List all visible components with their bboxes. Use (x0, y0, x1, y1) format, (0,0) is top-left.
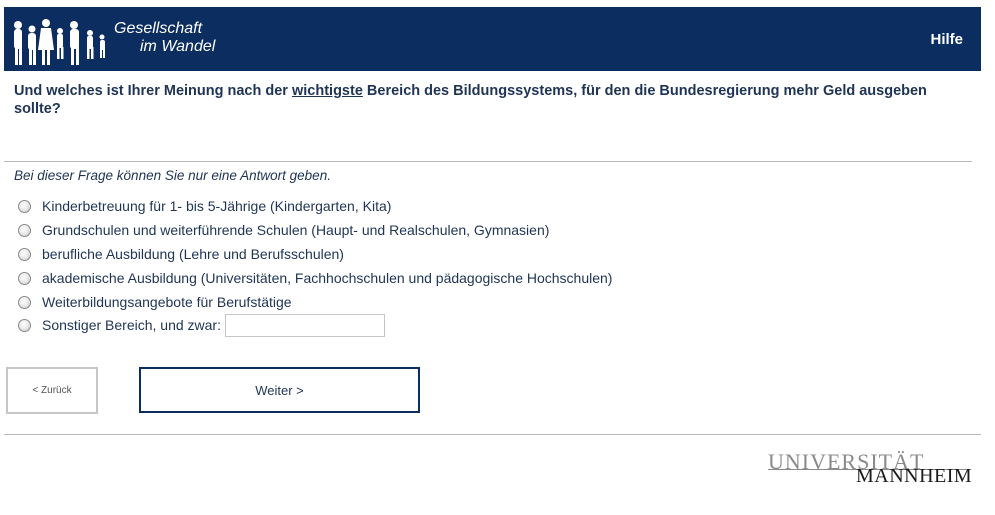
other-text-input[interactable] (224, 313, 385, 337)
back-button[interactable]: < Zurück (6, 367, 98, 414)
option-label: akademische Ausbildung (Universitäten, F… (42, 270, 613, 286)
logo-line2: im Wandel (140, 38, 216, 55)
question-prefix: Und welches ist Ihrer Meinung nach der (14, 83, 292, 99)
option-label: Sonstiger Bereich, und zwar: (42, 317, 221, 333)
radio-button[interactable] (18, 318, 31, 332)
help-link[interactable]: Hilfe (930, 31, 963, 48)
people-silhouettes-logo (14, 19, 105, 65)
option-label: Grundschulen und weiterführende Schulen … (42, 222, 550, 238)
option-row[interactable]: akademische Ausbildung (Universitäten, F… (18, 268, 612, 288)
university-logo: UNIVERSITÄT MANNHEIM (766, 449, 972, 489)
option-label: berufliche Ausbildung (Lehre und Berufss… (42, 246, 344, 262)
option-row[interactable]: Weiterbildungsangebote für Berufstätige (18, 292, 292, 312)
radio-button[interactable] (18, 295, 31, 309)
instruction-text: Bei dieser Frage können Sie nur eine Ant… (14, 168, 331, 183)
option-row[interactable]: Kinderbetreuung für 1- bis 5-Jährige (Ki… (18, 196, 391, 216)
footer-divider (4, 434, 981, 435)
radio-button[interactable] (18, 247, 31, 261)
logo-line1: Gesellschaft (114, 20, 203, 37)
header-banner: Gesellschaft im Wandel Hilfe (4, 7, 981, 71)
logo-wordmark: Gesellschaft im Wandel (114, 20, 215, 56)
university-logo-line2: MANNHEIM (856, 465, 973, 487)
question-emphasis: wichtigste (291, 83, 363, 99)
radio-button[interactable] (18, 223, 31, 237)
option-row[interactable]: Grundschulen und weiterführende Schulen … (18, 220, 549, 240)
radio-button[interactable] (18, 199, 31, 213)
next-button[interactable]: Weiter > (139, 367, 420, 413)
option-label: Weiterbildungsangebote für Berufstätige (42, 294, 292, 310)
option-label: Kinderbetreuung für 1- bis 5-Jährige (Ki… (42, 198, 392, 214)
radio-button[interactable] (18, 271, 31, 285)
option-row[interactable]: berufliche Ausbildung (Lehre und Berufss… (18, 244, 344, 264)
divider (4, 161, 972, 162)
option-row-other[interactable]: Sonstiger Bereich, und zwar: (18, 313, 385, 337)
question-text: Und welches ist Ihrer Meinung nach der w… (14, 82, 969, 118)
